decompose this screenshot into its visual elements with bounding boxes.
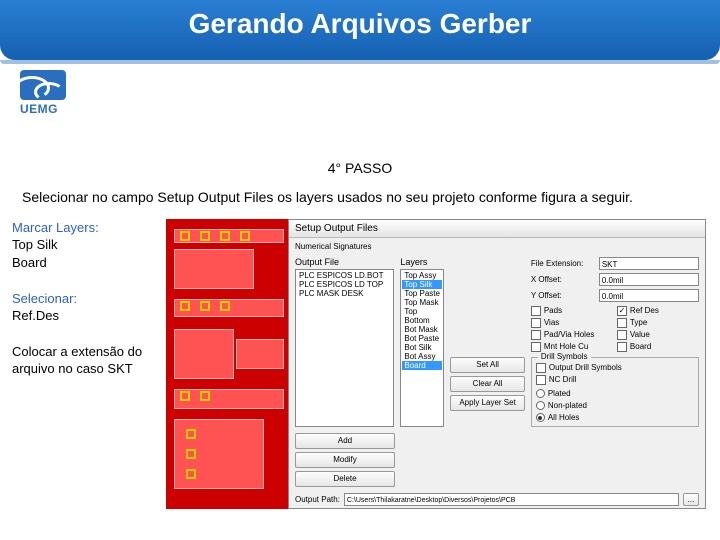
checkbox-nc-drill[interactable]: NC Drill	[536, 374, 694, 386]
checkbox-ref-des[interactable]: ✓Ref Des	[617, 305, 699, 317]
layer-item[interactable]: Bot Paste	[402, 334, 442, 343]
y-offset-input[interactable]: 0.0mil	[599, 289, 699, 302]
output-file-item[interactable]: PLC ESPICOS LD.BOT	[297, 271, 392, 280]
radio-non-plated[interactable]: Non-plated	[536, 400, 694, 412]
clear-all-button[interactable]: Clear All	[450, 376, 525, 392]
selecionar-heading: Selecionar:	[12, 290, 166, 308]
slide-title: Gerando Arquivos Gerber	[0, 0, 720, 48]
selecionar-item: Ref.Des	[12, 307, 166, 325]
layer-item[interactable]: Top Assy	[402, 271, 442, 280]
set-all-button[interactable]: Set All	[450, 357, 525, 373]
uemg-logo: UEMG	[20, 70, 82, 116]
layer-item[interactable]: Top Silk	[402, 280, 442, 289]
output-path-label: Output Path:	[295, 495, 340, 504]
layer-item[interactable]: Top	[402, 307, 442, 316]
file-ext-input[interactable]: SKT	[599, 257, 699, 270]
delete-button[interactable]: Delete	[295, 471, 395, 487]
dialog-subtitle: Numerical Signatures	[289, 238, 705, 251]
uemg-logo-icon	[20, 70, 66, 100]
slide-header: Gerando Arquivos Gerber	[0, 0, 720, 60]
step-label: 4° PASSO	[0, 160, 720, 176]
checkbox-vias[interactable]: Vias	[531, 317, 613, 329]
checkbox-output-drill-symbols[interactable]: Output Drill Symbols	[536, 362, 694, 374]
marcar-item: Top Silk	[12, 236, 166, 254]
checkbox-value[interactable]: Value	[617, 329, 699, 341]
add-button[interactable]: Add	[295, 433, 395, 449]
output-file-label: Output File	[295, 257, 394, 267]
file-ext-label: File Extension:	[531, 259, 595, 268]
checkbox-pads[interactable]: Pads	[531, 305, 613, 317]
instructions-sidebar: Marcar Layers: Top Silk Board Selecionar…	[12, 219, 166, 509]
checkbox-pad-via-holes[interactable]: Pad/Via Holes	[531, 329, 613, 341]
layer-item[interactable]: Top Paste	[402, 289, 442, 298]
browse-button[interactable]: ...	[683, 493, 699, 506]
layer-item[interactable]: Board	[402, 361, 442, 370]
output-file-listbox[interactable]: PLC ESPICOS LD.BOTPLC ESPICOS LD TOPPLC …	[295, 269, 394, 427]
embedded-screenshot: Setup Output Files Numerical Signatures …	[166, 219, 706, 509]
marcar-item: Board	[12, 254, 166, 272]
layer-item[interactable]: Bot Assy	[402, 352, 442, 361]
layers-label: Layers	[400, 257, 444, 267]
layer-item[interactable]: Bot Mask	[402, 325, 442, 334]
apply-layer-set-button[interactable]: Apply Layer Set	[450, 395, 525, 411]
y-offset-label: Y Offset:	[531, 291, 595, 300]
uemg-logo-text: UEMG	[20, 102, 82, 116]
output-file-item[interactable]: PLC ESPICOS LD TOP	[297, 280, 392, 289]
marcar-heading: Marcar Layers:	[12, 219, 166, 237]
x-offset-input[interactable]: 0.0mil	[599, 273, 699, 286]
x-offset-label: X Offset:	[531, 275, 595, 284]
layer-item[interactable]: Top Mask	[402, 298, 442, 307]
checkbox-type[interactable]: Type	[617, 317, 699, 329]
drill-group-label: Drill Symbols	[538, 352, 591, 361]
layer-item[interactable]: Bottom	[402, 316, 442, 325]
output-file-item[interactable]: PLC MASK DESK	[297, 289, 392, 298]
dialog-title: Setup Output Files	[289, 220, 705, 238]
modify-button[interactable]: Modify	[295, 452, 395, 468]
step-description: Selecionar no campo Setup Output Files o…	[22, 188, 698, 207]
output-path-input[interactable]: C:\Users\Thilakaratne\Desktop\Diversos\P…	[344, 493, 679, 506]
radio-all-holes[interactable]: All Holes	[536, 412, 694, 424]
layer-item[interactable]: Bot Silk	[402, 343, 442, 352]
setup-output-files-dialog: Setup Output Files Numerical Signatures …	[288, 219, 706, 509]
checkbox-board[interactable]: Board	[617, 341, 699, 353]
radio-plated[interactable]: Plated	[536, 388, 694, 400]
extensao-note: Colocar a extensão do arquivo no caso SK…	[12, 343, 166, 378]
layers-listbox[interactable]: Top AssyTop SilkTop PasteTop MaskTopBott…	[400, 269, 444, 427]
